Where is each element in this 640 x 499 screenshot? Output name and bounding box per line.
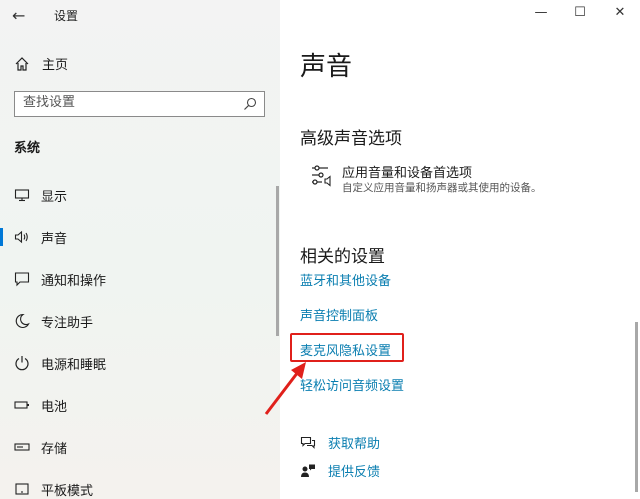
search-box[interactable] (14, 91, 265, 117)
search-icon[interactable] (242, 96, 258, 112)
sidebar-item-home[interactable]: 主页 (14, 54, 68, 73)
monitor-icon (14, 189, 30, 202)
app-title: 设置 (54, 9, 79, 23)
related-settings-heading: 相关的设置 (300, 247, 385, 267)
sidebar-item-label: 存储 (41, 441, 68, 457)
sidebar-item-label: 显示 (41, 189, 68, 205)
scrolled-partial-link: ····· (300, 80, 380, 86)
app-volume-link[interactable]: 应用音量和设备首选项 (342, 162, 472, 181)
sidebar-item-label: 声音 (41, 231, 68, 247)
feedback-person-icon (301, 464, 315, 477)
ease-of-access-audio-link[interactable]: 轻松访问音频设置 (300, 375, 404, 394)
moon-icon (15, 313, 30, 328)
app-volume-description: 自定义应用音量和扬声器或其使用的设备。 (342, 182, 542, 194)
title-bar: ← 设置 (0, 0, 280, 30)
sidebar-item-display[interactable]: 显示 (0, 175, 276, 215)
sound-control-panel-link[interactable]: 声音控制面板 (300, 305, 378, 324)
battery-icon (14, 401, 29, 409)
back-arrow-icon[interactable]: ← (12, 6, 25, 25)
get-help-link[interactable]: 获取帮助 (328, 433, 380, 452)
sidebar-scrollbar[interactable] (276, 186, 279, 336)
sidebar-item-label: 平板模式 (41, 483, 94, 499)
storage-icon (14, 443, 30, 451)
bluetooth-devices-link[interactable]: 蓝牙和其他设备 (300, 270, 391, 289)
sidebar-item-tablet-mode[interactable]: 平板模式 (0, 469, 276, 499)
sidebar-item-label: 电源和睡眠 (41, 357, 107, 373)
help-chat-icon (300, 436, 316, 449)
power-icon (15, 356, 29, 371)
sidebar-item-storage[interactable]: 存储 (0, 427, 276, 467)
feedback-row[interactable]: 提供反馈 (300, 461, 380, 480)
speaker-icon (14, 230, 28, 244)
advanced-sound-heading: 高级声音选项 (300, 129, 402, 149)
main-content: — ☐ ✕ 声音 ····· 高级声音选项 应用音量和设备首选项 自定义应用音量… (280, 0, 640, 499)
get-help-row[interactable]: 获取帮助 (300, 433, 380, 452)
page-title: 声音 (300, 52, 353, 82)
sidebar-item-battery[interactable]: 电池 (0, 385, 276, 425)
feedback-link[interactable]: 提供反馈 (328, 461, 380, 480)
sidebar-item-power-sleep[interactable]: 电源和睡眠 (0, 343, 276, 383)
highlight-box (290, 333, 404, 362)
sidebar-item-label: 电池 (41, 399, 68, 415)
sidebar-item-sound[interactable]: 声音 (0, 217, 276, 257)
maximize-button[interactable]: ☐ (570, 5, 590, 20)
content-scrollbar[interactable] (635, 322, 638, 492)
sliders-speaker-icon (312, 165, 331, 187)
notification-icon (14, 272, 30, 287)
sidebar-item-notifications[interactable]: 通知和操作 (0, 259, 276, 299)
search-input[interactable] (23, 95, 233, 110)
close-button[interactable]: ✕ (610, 5, 630, 20)
sidebar: ← 设置 主页 系统 显示 声音 (0, 0, 280, 499)
sidebar-item-label: 专注助手 (41, 315, 94, 331)
sidebar-item-label: 通知和操作 (41, 273, 107, 289)
tablet-icon (15, 483, 29, 495)
section-title: 系统 (14, 141, 41, 156)
home-icon (15, 56, 29, 71)
sidebar-item-focus-assist[interactable]: 专注助手 (0, 301, 276, 341)
home-label: 主页 (42, 58, 69, 73)
minimize-button[interactable]: — (531, 5, 551, 20)
